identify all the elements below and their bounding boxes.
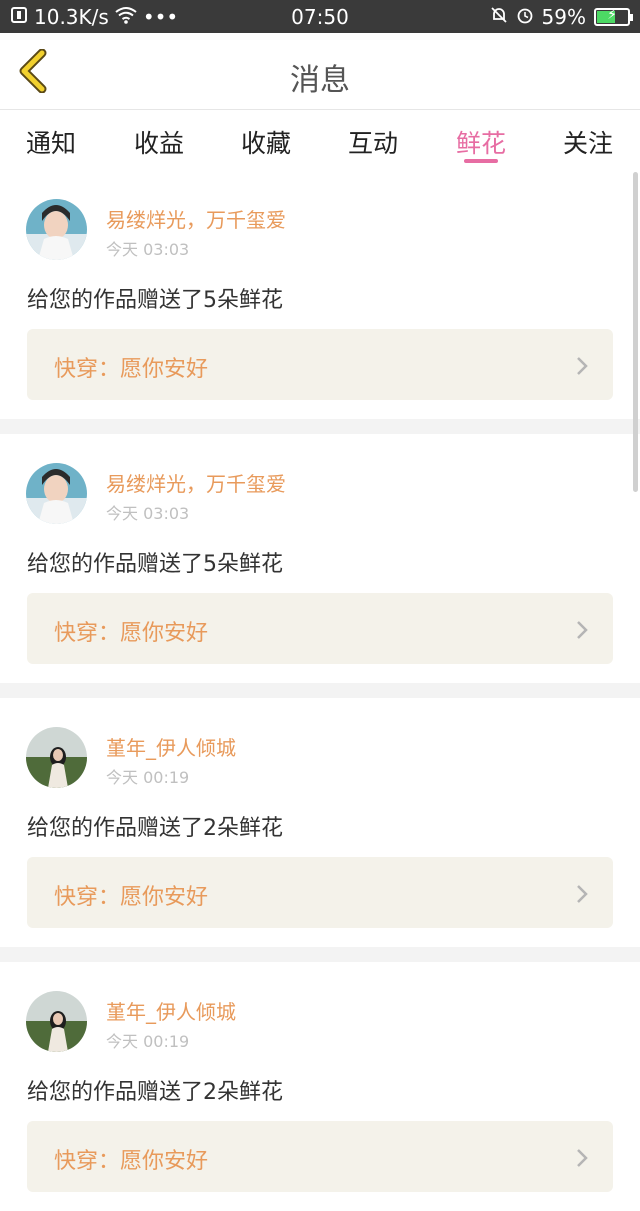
divider <box>0 683 640 698</box>
avatar[interactable] <box>26 991 87 1052</box>
list-item: 易缕烊光，万千玺爱 今天 03:03 给您的作品赠送了5朵鲜花 快穿：愿你安好 <box>0 434 640 683</box>
active-tab-indicator <box>464 159 498 163</box>
gift-message: 给您的作品赠送了5朵鲜花 <box>27 288 283 313</box>
gift-message: 给您的作品赠送了5朵鲜花 <box>27 552 283 577</box>
chevron-right-icon <box>577 621 588 639</box>
work-title: 快穿：愿你安好 <box>54 357 209 382</box>
avatar[interactable] <box>26 727 87 788</box>
tab-bar: 通知 收益 收藏 互动 鲜花 关注 <box>0 110 640 170</box>
tab-earnings[interactable]: 收益 <box>134 124 184 160</box>
status-bar: 10.3K/s ••• 07:50 59% ⚡ <box>0 0 640 33</box>
gift-message: 给您的作品赠送了2朵鲜花 <box>27 816 283 841</box>
tab-favorites[interactable]: 收藏 <box>241 124 291 160</box>
header: 消息 <box>0 33 640 110</box>
username[interactable]: 堇年_伊人倾城 <box>106 996 236 1025</box>
work-link[interactable]: 快穿：愿你安好 <box>27 857 613 928</box>
tab-flowers[interactable]: 鲜花 <box>456 124 506 160</box>
work-link[interactable]: 快穿：愿你安好 <box>27 329 613 400</box>
charging-icon: ⚡ <box>607 7 617 23</box>
timestamp: 今天 00:19 <box>106 1032 190 1051</box>
timestamp: 今天 03:03 <box>106 240 190 259</box>
list-item: 堇年_伊人倾城 今天 00:19 给您的作品赠送了2朵鲜花 快穿：愿你安好 <box>0 962 640 1211</box>
work-link[interactable]: 快穿：愿你安好 <box>27 593 613 664</box>
timestamp: 今天 00:19 <box>106 768 190 787</box>
chevron-right-icon <box>577 885 588 903</box>
divider <box>0 947 640 962</box>
status-right: 59% ⚡ <box>490 5 633 29</box>
work-link[interactable]: 快穿：愿你安好 <box>27 1121 613 1192</box>
list-item: 易缕烊光，万千玺爱 今天 03:03 给您的作品赠送了5朵鲜花 快穿：愿你安好 <box>0 170 640 419</box>
list-item: 堇年_伊人倾城 今天 00:19 给您的作品赠送了2朵鲜花 快穿：愿你安好 <box>0 698 640 947</box>
tab-interaction[interactable]: 互动 <box>348 124 398 160</box>
mute-icon <box>490 5 508 29</box>
work-title: 快穿：愿你安好 <box>54 621 209 646</box>
alarm-icon <box>516 5 534 29</box>
avatar[interactable] <box>26 463 87 524</box>
username[interactable]: 堇年_伊人倾城 <box>106 732 236 761</box>
flower-feed: 易缕烊光，万千玺爱 今天 03:03 给您的作品赠送了5朵鲜花 快穿：愿你安好 … <box>0 170 640 1211</box>
timestamp: 今天 03:03 <box>106 504 190 523</box>
chevron-right-icon <box>577 357 588 375</box>
battery-percent: 59% <box>541 5 586 29</box>
page-title: 消息 <box>290 63 350 98</box>
gift-message: 给您的作品赠送了2朵鲜花 <box>27 1080 283 1105</box>
divider <box>0 419 640 434</box>
tab-following[interactable]: 关注 <box>563 124 613 160</box>
work-title: 快穿：愿你安好 <box>54 885 209 910</box>
work-title: 快穿：愿你安好 <box>54 1149 209 1174</box>
scrollbar[interactable] <box>633 172 638 492</box>
chevron-right-icon <box>577 1149 588 1167</box>
battery-icon: ⚡ <box>594 7 633 26</box>
avatar[interactable] <box>26 199 87 260</box>
username[interactable]: 易缕烊光，万千玺爱 <box>106 204 286 233</box>
username[interactable]: 易缕烊光，万千玺爱 <box>106 468 286 497</box>
tab-notifications[interactable]: 通知 <box>26 124 76 160</box>
